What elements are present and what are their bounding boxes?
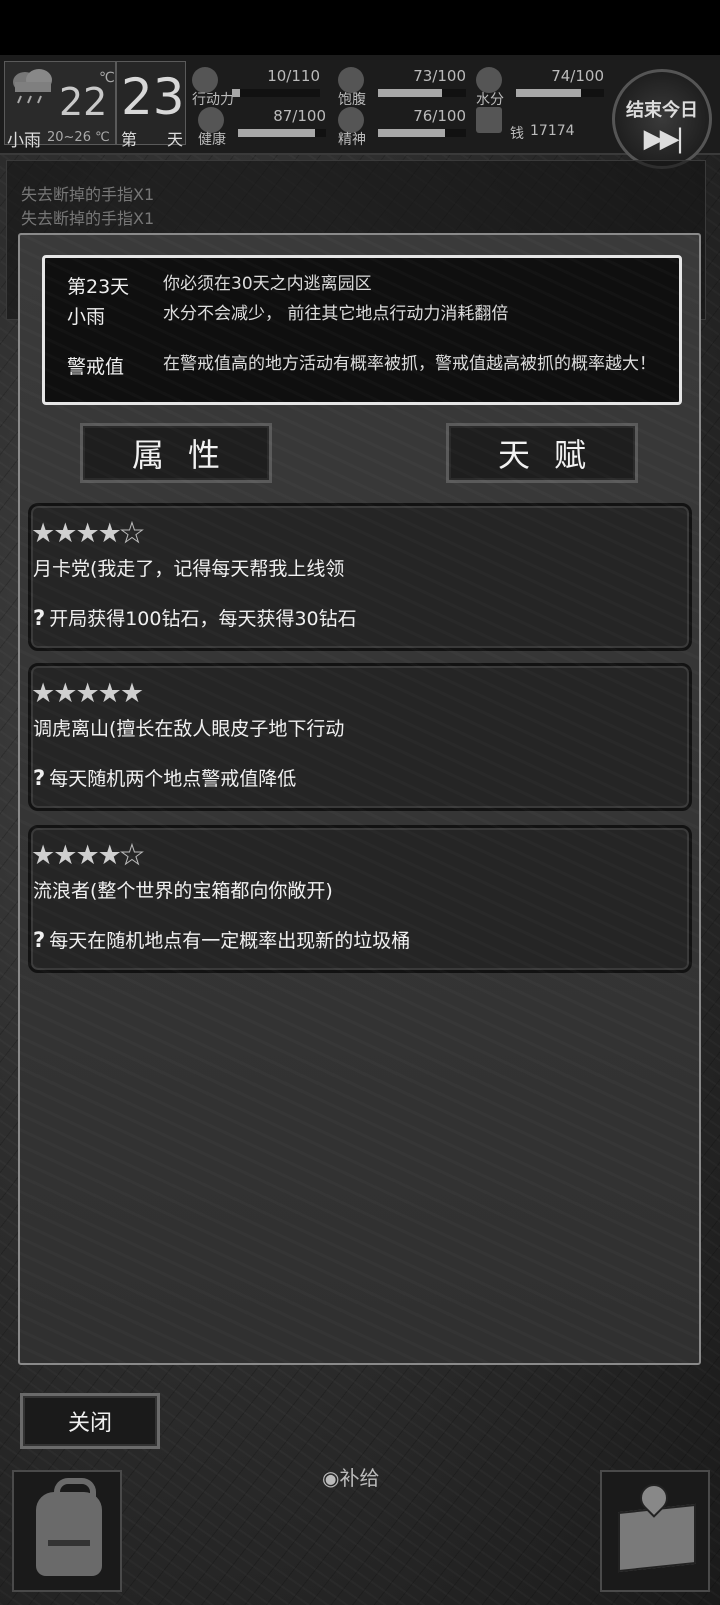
talent-description-row: ? 每天在随机地点有一定概率出现新的垃圾桶 (33, 926, 410, 953)
temperature-unit: ℃ (99, 70, 115, 86)
end-day-label: 结束今日 (626, 100, 698, 121)
star-rating: ★★★★★ (31, 840, 145, 872)
close-button[interactable]: 关闭 (20, 1393, 160, 1449)
weather-panel[interactable]: 22 ℃ 小雨 20~26 ℃ (4, 61, 116, 151)
day-label-prefix: 第 (121, 130, 138, 149)
backpack-button[interactable] (12, 1470, 122, 1592)
stat-bar (378, 89, 466, 97)
rain-cloud-icon (13, 69, 52, 104)
talent-description: 开局获得100钻石，每天获得30钻石 (49, 608, 357, 630)
stat-name: 行动力 (192, 92, 234, 108)
status-modal: 第23天 你必须在30天之内逃离园区 小雨 水分不会减少， 前往其它地点行动力消… (18, 233, 701, 1365)
stat-bar-fill (378, 129, 445, 137)
weather-name: 小雨 (7, 131, 41, 151)
talent-name: 调虎离山(擅长在敌人眼皮子地下行动 (33, 718, 345, 740)
tab-talents[interactable]: 天赋 (446, 423, 638, 483)
end-day-button[interactable]: 结束今日 ▶▶| (612, 69, 712, 169)
money-value: 17174 (530, 123, 575, 139)
talent-description: 每天随机两个地点警戒值降低 (49, 768, 297, 790)
talent-card: ★★★★★ 调虎离山(擅长在敌人眼皮子地下行动 ? 每天随机两个地点警戒值降低 (28, 663, 692, 811)
supply-label[interactable]: ◉补给 (322, 1462, 379, 1491)
log-line: 失去断掉的手指X1 (21, 185, 155, 204)
star-filled-icon: ★ (53, 518, 77, 549)
day-label: 第 天 (121, 126, 183, 150)
status-bar: 22 ℃ 小雨 20~26 ℃ 23 第 天 行动力 10/110 饱腹 73/… (0, 55, 720, 169)
backpack-icon (36, 1478, 102, 1576)
info-panel: 第23天 你必须在30天之内逃离园区 小雨 水分不会减少， 前往其它地点行动力消… (42, 255, 682, 405)
star-empty-icon: ★ (119, 518, 144, 550)
stat-bar-fill (516, 89, 582, 97)
log-line: 失去断掉的手指X1 (21, 209, 155, 228)
stat-bar-fill (238, 129, 315, 137)
stat-spirit[interactable]: 精神 76/100 (338, 107, 466, 148)
talent-card: ★★★★★ 流浪者(整个世界的宝箱都向你敞开) ? 每天在随机地点有一定概率出现新… (28, 825, 692, 973)
stat-bar (232, 89, 320, 97)
stat-name: 精神 (338, 132, 366, 148)
talent-card: ★★★★★ 月卡党(我走了，记得每天帮我上线领 ? 开局获得100钻石，每天获得3… (28, 503, 692, 651)
star-rating: ★★★★★ (31, 678, 144, 709)
star-filled-icon: ★ (31, 840, 55, 871)
talent-description: 每天在随机地点有一定概率出现新的垃圾桶 (49, 930, 411, 952)
stat-value: 74/100 (551, 67, 604, 85)
stat-value: 73/100 (413, 67, 466, 85)
star-filled-icon: ★ (75, 518, 99, 549)
talent-name: 月卡党(我走了，记得每天帮我上线领 (33, 558, 345, 580)
stat-value: 87/100 (273, 107, 326, 125)
star-filled-icon: ★ (75, 678, 99, 709)
day-title: 第23天 (67, 276, 130, 298)
day-counter: 23 第 天 (116, 61, 186, 149)
money-cards-icon (476, 107, 502, 133)
alert-description: 在警戒值高的地方活动有概率被抓，警戒值越高被抓的概率越大！ (163, 354, 656, 374)
temperature-range: 20~26 ℃ (47, 130, 110, 145)
star-filled-icon: ★ (75, 840, 99, 871)
day-number: 23 (121, 68, 185, 126)
alert-title: 警戒值 (67, 356, 125, 378)
stat-value: 76/100 (413, 107, 466, 125)
star-filled-icon: ★ (31, 518, 55, 549)
talent-description-row: ? 开局获得100钻石，每天获得30钻石 (33, 604, 357, 631)
star-filled-icon: ★ (31, 678, 55, 709)
star-filled-icon: ★ (97, 840, 122, 871)
star-empty-icon: ★ (119, 840, 144, 872)
star-rating: ★★★★★ (31, 518, 145, 550)
stat-name: 健康 (198, 132, 226, 148)
stat-name: 饱腹 (338, 92, 366, 108)
weather-description: 水分不会减少， 前往其它地点行动力消耗翻倍 (163, 304, 509, 324)
stat-value: 10/110 (267, 67, 320, 85)
stat-action-points[interactable]: 行动力 10/110 (192, 67, 320, 108)
stat-satiety[interactable]: 饱腹 73/100 (338, 67, 466, 108)
talent-description-row: ? 每天随机两个地点警戒值降低 (33, 764, 296, 791)
stat-bar-fill (232, 89, 240, 97)
question-icon: ? (33, 606, 46, 630)
fast-forward-icon: ▶▶| (643, 124, 685, 154)
stat-bar (516, 89, 604, 97)
stat-bar (378, 129, 466, 137)
star-filled-icon: ★ (53, 678, 77, 709)
map-button[interactable] (600, 1470, 710, 1592)
star-filled-icon: ★ (119, 678, 144, 709)
stat-money[interactable]: 钱 17174 (476, 107, 604, 145)
talent-name: 流浪者(整个世界的宝箱都向你敞开) (33, 880, 333, 902)
stat-bar (238, 129, 326, 137)
star-filled-icon: ★ (53, 840, 77, 871)
current-temperature: 22 (59, 80, 108, 124)
question-icon: ? (33, 766, 46, 790)
question-icon: ? (33, 928, 46, 952)
stat-bar-fill (378, 89, 443, 97)
tab-attributes[interactable]: 属性 (80, 423, 272, 483)
day-label-suffix: 天 (166, 130, 183, 149)
stat-hydration[interactable]: 水分 74/100 (476, 67, 604, 108)
star-filled-icon: ★ (97, 518, 122, 549)
stat-health[interactable]: 健康 87/100 (198, 107, 326, 148)
day-description: 你必须在30天之内逃离园区 (163, 274, 372, 294)
stat-name: 水分 (476, 92, 504, 108)
star-filled-icon: ★ (97, 678, 122, 709)
money-label: 钱 (510, 126, 524, 142)
weather-title: 小雨 (67, 306, 106, 328)
